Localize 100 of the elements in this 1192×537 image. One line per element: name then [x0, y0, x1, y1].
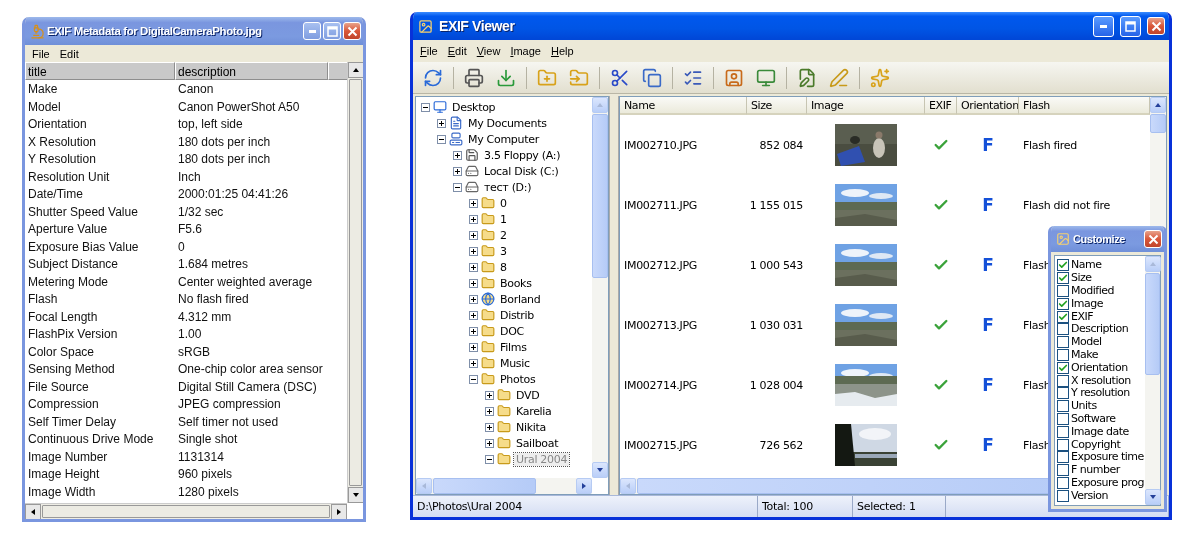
menu-item[interactable]: Help [546, 40, 578, 62]
menu-item[interactable]: Edit [443, 40, 471, 62]
checkbox[interactable] [1057, 310, 1069, 323]
expand-toggle[interactable] [469, 358, 478, 368]
scroll-down-button[interactable] [592, 462, 608, 478]
tree-item[interactable]: Films [498, 340, 529, 354]
expand-toggle[interactable] [469, 198, 478, 208]
expand-toggle[interactable] [485, 454, 494, 464]
expand-toggle[interactable] [485, 406, 494, 416]
tree-item[interactable]: 3.5 Floppy (A:) [482, 148, 563, 162]
menu-item[interactable]: File [416, 40, 442, 62]
expand-toggle[interactable] [485, 390, 494, 400]
close-button[interactable] [1147, 17, 1165, 35]
tree-item[interactable]: Books [498, 276, 534, 290]
scroll-thumb[interactable] [433, 478, 537, 494]
checkbox[interactable] [1057, 451, 1069, 464]
scroll-thumb[interactable] [1145, 273, 1160, 375]
tree-item[interactable]: Distrib [498, 308, 537, 322]
checkbox[interactable] [1057, 272, 1069, 285]
column-header[interactable]: description [175, 62, 328, 80]
scroll-right-button[interactable] [576, 478, 592, 494]
vertical-scrollbar[interactable] [347, 62, 363, 503]
checkbox[interactable] [1057, 297, 1069, 310]
checkbox[interactable] [1057, 464, 1069, 477]
checkbox[interactable] [1057, 285, 1069, 297]
vertical-scrollbar[interactable] [1145, 256, 1160, 505]
maximize-button[interactable] [323, 22, 341, 40]
expand-toggle[interactable] [453, 150, 462, 160]
expand-toggle[interactable] [469, 342, 478, 352]
tree-item[interactable]: My Documents [466, 116, 549, 130]
column-header[interactable]: title [25, 62, 175, 80]
column-header[interactable]: Flash [1019, 97, 1150, 115]
tree-item[interactable]: 8 [498, 260, 509, 274]
horizontal-scrollbar[interactable] [416, 478, 592, 494]
scroll-thumb[interactable] [349, 79, 362, 486]
close-button[interactable] [1144, 230, 1162, 248]
column-header[interactable]: EXIF [925, 97, 957, 115]
menu-item[interactable]: View [472, 40, 505, 62]
scroll-left-button[interactable] [25, 504, 41, 519]
scroll-up-button[interactable] [348, 62, 363, 78]
tree-item[interactable]: Local Disk (C:) [482, 164, 561, 178]
checkbox[interactable] [1057, 348, 1069, 361]
tree-item[interactable]: Borland [498, 292, 543, 306]
checkbox[interactable] [1057, 412, 1069, 425]
expand-toggle[interactable] [469, 294, 478, 304]
expand-toggle[interactable] [469, 246, 478, 256]
column-header[interactable]: Orientation [957, 97, 1019, 115]
checkbox[interactable] [1057, 259, 1069, 272]
minimize-button[interactable] [303, 22, 321, 40]
checkbox[interactable] [1057, 400, 1069, 413]
checkbox[interactable] [1057, 387, 1069, 400]
tree-item[interactable]: Sailboat [514, 436, 561, 450]
tree-item[interactable]: Nikita [514, 420, 548, 434]
tree-item[interactable]: DVD [514, 388, 542, 402]
tree-item[interactable]: 3 [498, 244, 509, 258]
tree-item[interactable]: Photos [498, 372, 538, 386]
checkbox[interactable] [1057, 476, 1069, 489]
column-header[interactable]: Image [807, 97, 925, 115]
expand-toggle[interactable] [437, 118, 446, 128]
close-button[interactable] [343, 22, 361, 40]
scroll-thumb[interactable] [592, 114, 608, 278]
expand-toggle[interactable] [469, 374, 478, 384]
expand-toggle[interactable] [421, 102, 430, 112]
checkbox[interactable] [1057, 361, 1069, 374]
checkbox[interactable] [1057, 323, 1069, 336]
tree-item[interactable]: 1 [498, 212, 509, 226]
tree-item[interactable]: DOC [498, 324, 526, 338]
expand-toggle[interactable] [469, 262, 478, 272]
expand-toggle[interactable] [469, 230, 478, 240]
expand-toggle[interactable] [469, 278, 478, 288]
menu-item[interactable]: File [28, 45, 54, 62]
tree-item[interactable]: 2 [498, 228, 509, 242]
horizontal-scrollbar[interactable] [25, 503, 347, 519]
scroll-down-button[interactable] [1145, 489, 1161, 505]
tree-item[interactable]: My Computer [466, 132, 541, 146]
checkbox[interactable] [1057, 336, 1069, 349]
tree-item[interactable]: Karelia [514, 404, 554, 418]
scroll-thumb[interactable] [42, 505, 330, 518]
expand-toggle[interactable] [437, 134, 446, 144]
expand-toggle[interactable] [485, 422, 494, 432]
scroll-thumb[interactable] [1150, 114, 1166, 134]
column-header[interactable]: Name [620, 97, 747, 115]
checkbox[interactable] [1057, 425, 1069, 438]
expand-toggle[interactable] [469, 326, 478, 336]
tree-item[interactable]: 0 [498, 196, 509, 210]
checkbox[interactable] [1057, 489, 1069, 502]
expand-toggle[interactable] [469, 214, 478, 224]
checkbox[interactable] [1057, 438, 1069, 451]
tree-item[interactable]: тест (D:) [482, 180, 534, 194]
menu-item[interactable]: Edit [55, 45, 83, 62]
expand-toggle[interactable] [453, 166, 462, 176]
scroll-up-button[interactable] [1150, 97, 1166, 113]
column-header[interactable]: Size [747, 97, 807, 115]
minimize-button[interactable] [1093, 15, 1114, 37]
tree-item[interactable]: Music [498, 356, 532, 370]
vertical-scrollbar[interactable] [592, 97, 608, 478]
menu-item[interactable]: Image [506, 40, 545, 62]
scroll-down-button[interactable] [348, 487, 363, 503]
scroll-right-button[interactable] [331, 504, 347, 519]
maximize-button[interactable] [1120, 15, 1141, 37]
